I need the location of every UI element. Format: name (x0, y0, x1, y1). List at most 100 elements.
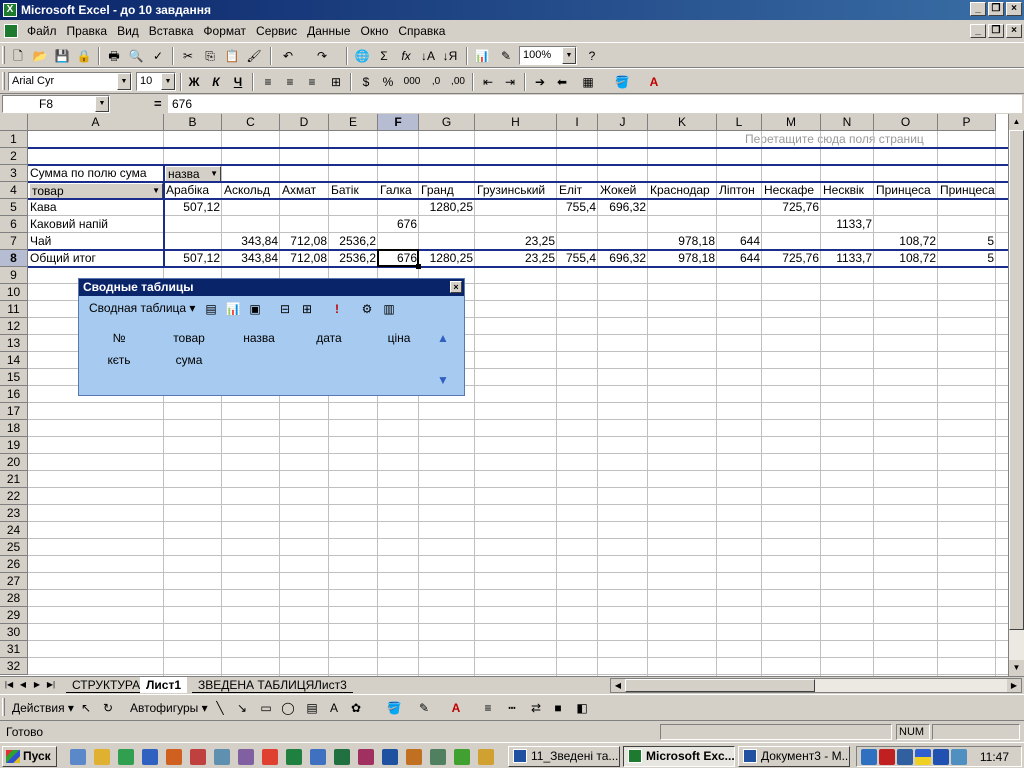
pivot-value-cell[interactable]: 343,84 (222, 233, 280, 249)
pivot-column-header[interactable]: Ахмат (280, 182, 329, 198)
pivot-column-field-button[interactable]: назва ▼ (165, 166, 221, 182)
line-icon[interactable]: ╲ (210, 698, 230, 718)
pivot-value-cell[interactable]: 725,76 (762, 250, 821, 266)
row-header-14[interactable]: 14 (0, 352, 28, 369)
field-tsina[interactable]: ціна (369, 331, 429, 345)
undo-icon[interactable]: ↶ (278, 46, 298, 66)
redo-icon[interactable]: ↷ (312, 46, 332, 66)
column-header-j[interactable]: J (598, 114, 648, 131)
pivot-value-cell[interactable]: 23,25 (475, 250, 557, 266)
decrease-decimal-icon[interactable]: ,00 (448, 72, 468, 92)
row-header-24[interactable]: 24 (0, 522, 28, 539)
row-header-23[interactable]: 23 (0, 505, 28, 522)
increase-indent-icon[interactable]: ⇥ (500, 72, 520, 92)
column-header-e[interactable]: E (329, 114, 378, 131)
restore-button[interactable]: ❐ (988, 2, 1004, 16)
field-data[interactable]: дата (299, 331, 359, 345)
pivot-column-header[interactable]: Батік (329, 182, 378, 198)
pivot-value-cell[interactable]: 712,08 (280, 233, 329, 249)
tray-icon[interactable] (951, 749, 967, 765)
scrollbar-thumb[interactable] (625, 679, 815, 692)
dash-style-icon[interactable]: ┅ (502, 698, 522, 718)
pivot-toolbar-title[interactable]: Сводные таблицы × (79, 279, 464, 296)
underline-icon[interactable]: Ч (228, 72, 248, 92)
pivot-value-cell[interactable]: 755,4 (557, 199, 598, 215)
column-header-f[interactable]: F (378, 114, 419, 131)
pivot-wizard-icon[interactable]: ▣ (245, 299, 265, 319)
line-style-icon[interactable]: ≡ (478, 698, 498, 718)
select-objects-icon[interactable]: ↖ (76, 698, 96, 718)
field-number[interactable]: № (89, 331, 149, 345)
column-header-m[interactable]: M (762, 114, 821, 131)
pivot-row-label[interactable]: Общий итог (28, 250, 164, 266)
quicklaunch-icon[interactable] (262, 749, 278, 765)
pivot-value-cell[interactable]: 696,32 (598, 250, 648, 266)
row-header-16[interactable]: 16 (0, 386, 28, 403)
quicklaunch-icon[interactable] (310, 749, 326, 765)
quicklaunch-icon[interactable] (190, 749, 206, 765)
scroll-down-icon[interactable]: ▼ (1009, 660, 1024, 676)
last-sheet-icon[interactable]: ▶| (44, 678, 58, 692)
autoshapes-menu[interactable]: Автофигуры ▾ (130, 701, 208, 715)
arrow-icon[interactable]: ↘ (232, 698, 252, 718)
pivot-value-cell[interactable]: 5 (938, 250, 996, 266)
sort-ascending-icon[interactable]: ↓A (418, 46, 438, 66)
text-box-icon[interactable]: ▤ (302, 698, 322, 718)
align-left-icon[interactable]: ≡ (258, 72, 278, 92)
tray-icon[interactable] (897, 749, 913, 765)
menu-edit[interactable]: Правка (62, 24, 113, 38)
fill-handle[interactable] (416, 264, 421, 269)
quicklaunch-icon[interactable] (382, 749, 398, 765)
task-word-doc[interactable]: 11_Зведені та... (508, 746, 620, 767)
quicklaunch-icon[interactable] (478, 749, 494, 765)
clipart-icon[interactable]: ✿ (346, 698, 366, 718)
column-header-a[interactable]: A (28, 114, 164, 131)
pivot-value-cell[interactable]: 725,76 (762, 199, 821, 215)
show-detail-icon[interactable]: ⊞ (297, 299, 317, 319)
hide-field-list-icon[interactable]: ▥ (379, 299, 399, 319)
bold-icon[interactable]: Ж (184, 72, 204, 92)
quicklaunch-icon[interactable] (94, 749, 110, 765)
scroll-left-icon[interactable]: ◀ (611, 679, 625, 692)
percent-icon[interactable]: % (378, 72, 398, 92)
row-header-12[interactable]: 12 (0, 318, 28, 335)
rectangle-icon[interactable]: ▭ (256, 698, 276, 718)
row-header-21[interactable]: 21 (0, 471, 28, 488)
column-header-h[interactable]: H (475, 114, 557, 131)
pivot-column-header[interactable]: Еліт (557, 182, 598, 198)
menu-help[interactable]: Справка (393, 24, 450, 38)
pivot-row-label[interactable]: Каковий напій (28, 216, 164, 232)
function-icon[interactable]: fx (396, 46, 416, 66)
field-nazva[interactable]: назва (229, 331, 289, 345)
font-color-icon[interactable]: A (446, 698, 466, 718)
language-flag-icon[interactable] (915, 749, 931, 765)
pivot-value-cell[interactable]: 2536,2 (329, 233, 378, 249)
pivot-column-header[interactable]: Принцеса (874, 182, 938, 198)
select-all-corner[interactable] (0, 114, 28, 131)
quicklaunch-icon[interactable] (166, 749, 182, 765)
align-center-icon[interactable]: ≡ (280, 72, 300, 92)
quicklaunch-icon[interactable] (334, 749, 350, 765)
pivot-value-cell[interactable]: 755,4 (557, 250, 598, 266)
chevron-down-icon[interactable]: ▼ (562, 47, 576, 64)
shadow-icon[interactable]: ■ (548, 698, 568, 718)
open-icon[interactable]: 📂 (30, 46, 50, 66)
scroll-down-icon[interactable]: ▼ (437, 373, 449, 387)
pivot-column-header[interactable]: Краснодар (648, 182, 717, 198)
row-header-31[interactable]: 31 (0, 641, 28, 658)
refresh-data-icon[interactable]: ! (327, 299, 347, 319)
menu-insert[interactable]: Вставка (144, 24, 199, 38)
column-header-o[interactable]: O (874, 114, 938, 131)
quicklaunch-icon[interactable] (238, 749, 254, 765)
row-header-32[interactable]: 32 (0, 658, 28, 675)
start-button[interactable]: Пуск (2, 746, 57, 767)
pivot-column-header[interactable]: Галка (378, 182, 419, 198)
name-box[interactable]: F8 ▼ (2, 95, 110, 113)
font-size-select[interactable]: 10 ▼ (136, 72, 176, 91)
format-report-icon[interactable]: ▤ (201, 299, 221, 319)
row-header-19[interactable]: 19 (0, 437, 28, 454)
quicklaunch-icon[interactable] (214, 749, 230, 765)
toolbar-grip[interactable] (2, 72, 5, 90)
task-word-doc3[interactable]: Документ3 - М... (738, 746, 850, 767)
pivot-value-cell[interactable]: 1280,25 (419, 250, 475, 266)
